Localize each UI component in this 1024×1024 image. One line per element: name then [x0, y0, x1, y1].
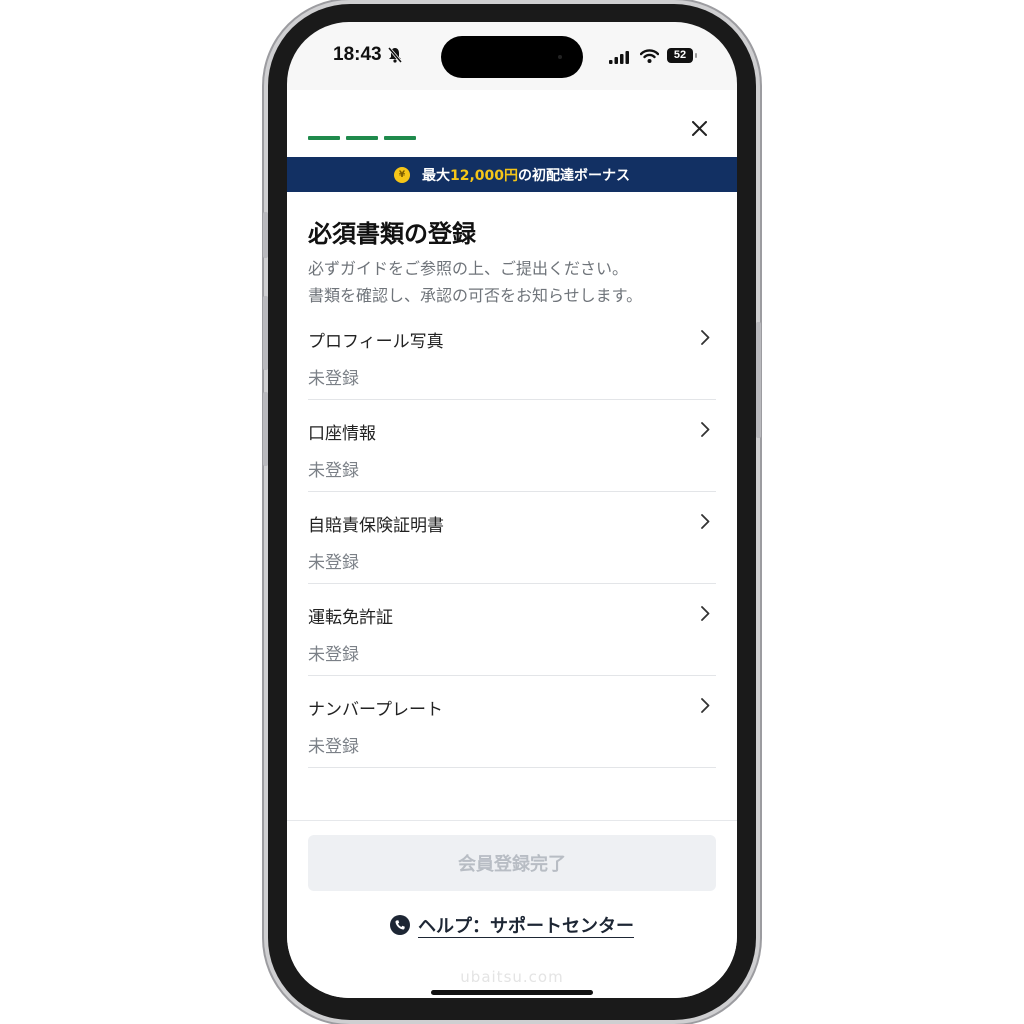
banner-prefix: 最大	[421, 167, 450, 184]
chevron-right-icon	[701, 330, 710, 345]
document-item-bank-account[interactable]: 口座情報 未登録	[308, 400, 716, 492]
power-button	[756, 322, 761, 438]
progress-step-1	[308, 136, 340, 140]
phone-screen: 18:43 52 ¥ 最大 12,000円 の初配達ボーナス 必須書類の登録 必…	[287, 22, 737, 998]
document-item-insurance-certificate[interactable]: 自賠責保険証明書 未登録	[308, 492, 716, 584]
progress-step-2	[346, 136, 378, 140]
battery-icon: 52	[667, 48, 697, 63]
chevron-right-icon	[701, 514, 710, 529]
bonus-banner: ¥ 最大 12,000円 の初配達ボーナス	[287, 157, 737, 192]
document-label: 運転免許証	[308, 608, 393, 628]
page-description: 必ずガイドをご参照の上、ご提出ください。 書類を確認し、承認の可否をお知らせしま…	[308, 255, 718, 309]
status-time: 18:43	[333, 44, 382, 65]
home-indicator[interactable]	[431, 990, 593, 995]
wifi-icon	[639, 48, 660, 67]
document-status: 未登録	[308, 369, 359, 389]
description-line-1: 必ずガイドをご参照の上、ご提出ください。	[308, 259, 629, 278]
coin-yen-icon: ¥	[393, 166, 410, 183]
action-button	[263, 212, 268, 258]
registration-sheet: ¥ 最大 12,000円 の初配達ボーナス 必須書類の登録 必ずガイドをご参照の上、…	[287, 90, 737, 998]
footer-divider	[287, 820, 737, 821]
document-label: 口座情報	[308, 424, 376, 444]
document-item-license-plate[interactable]: ナンバープレート 未登録	[308, 676, 716, 768]
bell-slash-icon	[387, 47, 403, 67]
dynamic-island	[441, 36, 583, 78]
complete-registration-button[interactable]: 会員登録完了	[308, 835, 716, 891]
chevron-right-icon	[701, 606, 710, 621]
step-progress-indicator	[308, 125, 422, 144]
document-status: 未登録	[308, 737, 359, 757]
help-link-text: ヘルプ：サポートセンター	[418, 916, 634, 937]
document-item-drivers-license[interactable]: 運転免許証 未登録	[308, 584, 716, 676]
volume-up-button	[263, 296, 268, 370]
document-list: プロフィール写真 未登録 口座情報 未登録 自賠責保険証明書 未登録 運転免許証…	[308, 308, 716, 768]
chevron-right-icon	[701, 698, 710, 713]
status-bar: 18:43 52	[287, 22, 737, 88]
chevron-right-icon	[701, 422, 710, 437]
signal-icon	[609, 49, 629, 68]
document-item-profile-photo[interactable]: プロフィール写真 未登録	[308, 308, 716, 400]
banner-amount: 12,000円	[449, 167, 519, 184]
phone-icon	[390, 915, 410, 935]
close-button[interactable]	[687, 116, 711, 140]
document-status: 未登録	[308, 553, 359, 573]
progress-step-3	[384, 136, 416, 140]
help-support-link[interactable]: ヘルプ：サポートセンター	[287, 912, 737, 938]
banner-suffix: の初配達ボーナス	[518, 167, 631, 184]
document-status: 未登録	[308, 461, 359, 481]
document-label: プロフィール写真	[308, 332, 444, 352]
document-status: 未登録	[308, 645, 359, 665]
page-title: 必須書類の登録	[308, 220, 476, 248]
watermark: ubaitsu.com	[460, 968, 564, 986]
document-label: 自賠責保険証明書	[308, 516, 444, 536]
description-line-2: 書類を確認し、承認の可否をお知らせします。	[308, 286, 643, 305]
document-label: ナンバープレート	[308, 700, 443, 720]
close-icon	[691, 120, 707, 136]
volume-down-button	[263, 392, 268, 466]
